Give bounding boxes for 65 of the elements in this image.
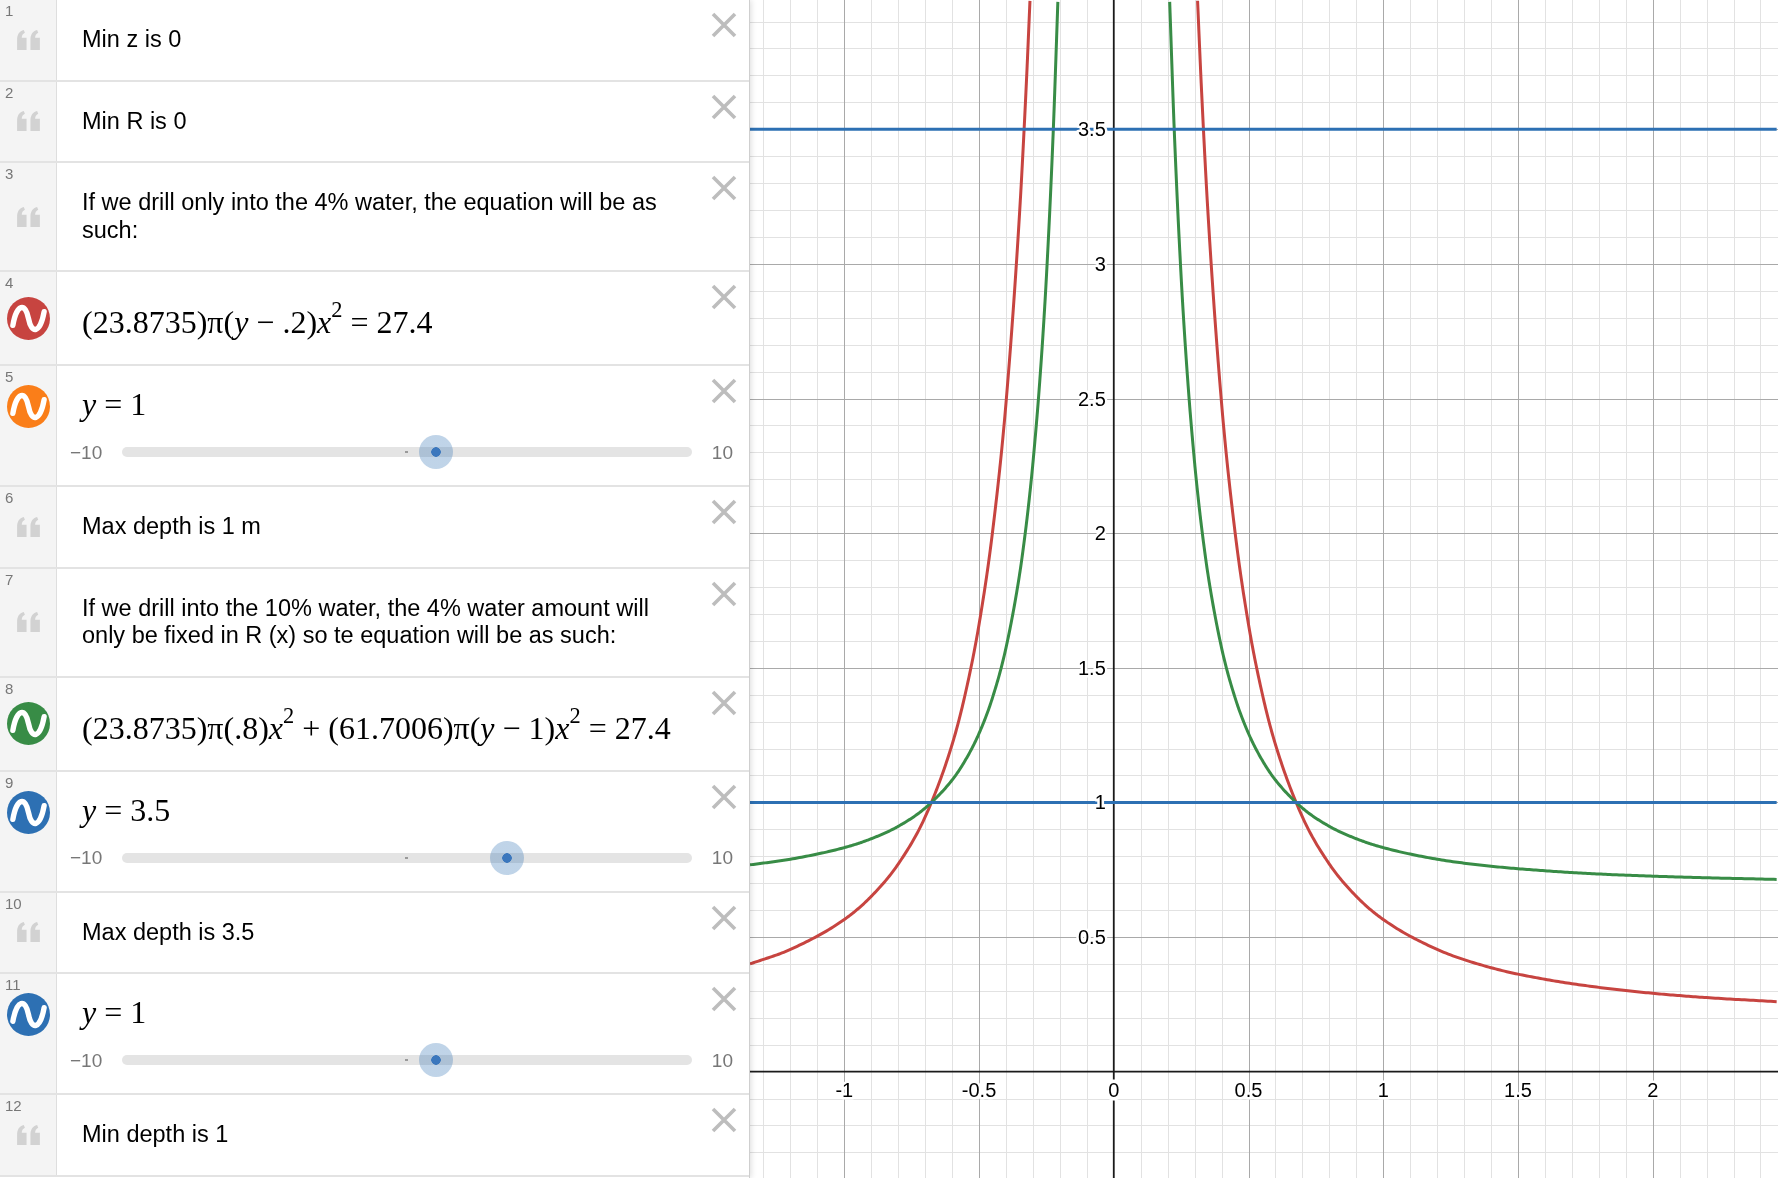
tick-label: 3 <box>1094 252 1106 275</box>
row-number: 9 <box>5 774 14 790</box>
quote-icon <box>16 206 40 227</box>
slider-max-label: 10 <box>711 442 733 462</box>
note-field[interactable]: Max depth is 1 m <box>82 513 261 541</box>
row-number: 7 <box>5 571 14 587</box>
close-icon[interactable] <box>711 986 737 1012</box>
tick-label: 0.5 <box>1234 1078 1263 1101</box>
quote-icon <box>16 516 40 537</box>
slider-min-label: −10 <box>70 442 103 462</box>
wave-icon[interactable] <box>6 790 50 834</box>
close-icon[interactable] <box>711 93 737 120</box>
slider-max-label: 10 <box>711 1050 733 1070</box>
tick-label: 2 <box>1094 522 1106 545</box>
row-number: 12 <box>5 1098 22 1113</box>
quote-icon <box>16 111 40 132</box>
note-field[interactable]: If we drill into the 10% water, the 4% water amount will only be fixed in R (x) so te equation will be as such: <box>82 594 682 650</box>
close-icon[interactable] <box>711 12 737 38</box>
row-number: 2 <box>5 84 14 100</box>
wave-icon[interactable] <box>6 993 50 1036</box>
row-number: 4 <box>5 275 14 290</box>
quote-icon <box>16 29 40 50</box>
note-field[interactable]: Min depth is 1 <box>82 1121 229 1149</box>
close-icon[interactable] <box>711 689 737 716</box>
close-icon[interactable] <box>711 284 737 310</box>
wave-icon[interactable] <box>6 385 50 428</box>
row-number: 8 <box>5 680 14 696</box>
note-field[interactable]: Min R is 0 <box>82 107 187 135</box>
tick-label: -0.5 <box>961 1078 997 1101</box>
close-icon[interactable] <box>711 904 737 931</box>
close-icon[interactable] <box>711 499 737 525</box>
slider-min-label: −10 <box>70 848 103 867</box>
row-number: 6 <box>5 490 14 505</box>
tick-label: 2.5 <box>1077 387 1106 410</box>
close-icon[interactable] <box>711 175 737 201</box>
tick-label: 2 <box>1647 1078 1659 1101</box>
expression-field[interactable]: (23.8735)π(.8)x$^{2}$ + (61.7006)π(y − 1)x$^{2}$ = 27.4 <box>82 707 671 748</box>
row-number: 3 <box>5 166 14 181</box>
note-field[interactable]: If we drill only into the 4% water, the equation will be as such: <box>82 189 682 244</box>
row-number: 1 <box>5 3 14 18</box>
close-icon[interactable] <box>711 783 737 810</box>
tick-label: 1.5 <box>1504 1078 1532 1101</box>
quote-icon <box>16 612 40 632</box>
wave-icon[interactable] <box>6 702 50 745</box>
slider-thumb[interactable] <box>418 435 453 469</box>
tick-label: 0.5 <box>1077 926 1106 948</box>
quote-icon <box>16 922 40 943</box>
expression-field[interactable]: (23.8735)π(y − .2)x$^{2}$ = 27.4 <box>82 302 433 342</box>
row-number: 10 <box>5 895 22 911</box>
slider-thumb[interactable] <box>489 840 524 875</box>
quote-icon <box>16 1124 40 1145</box>
close-icon[interactable] <box>711 378 737 404</box>
wave-icon[interactable] <box>6 296 50 340</box>
tick-label: 1.5 <box>1077 656 1106 679</box>
row-number: 5 <box>5 369 14 384</box>
slider-max-label: 10 <box>711 848 733 867</box>
note-field[interactable]: Min z is 0 <box>82 26 182 54</box>
row-number: 11 <box>5 977 21 992</box>
slider-min-label: −10 <box>70 1050 103 1070</box>
tick-label: 1 <box>1377 1078 1389 1101</box>
note-field[interactable]: Max depth is 3.5 <box>82 918 255 946</box>
slider-thumb[interactable] <box>418 1043 453 1077</box>
close-icon[interactable] <box>711 1107 737 1133</box>
close-icon[interactable] <box>711 580 737 607</box>
tick-label: -1 <box>835 1078 854 1101</box>
